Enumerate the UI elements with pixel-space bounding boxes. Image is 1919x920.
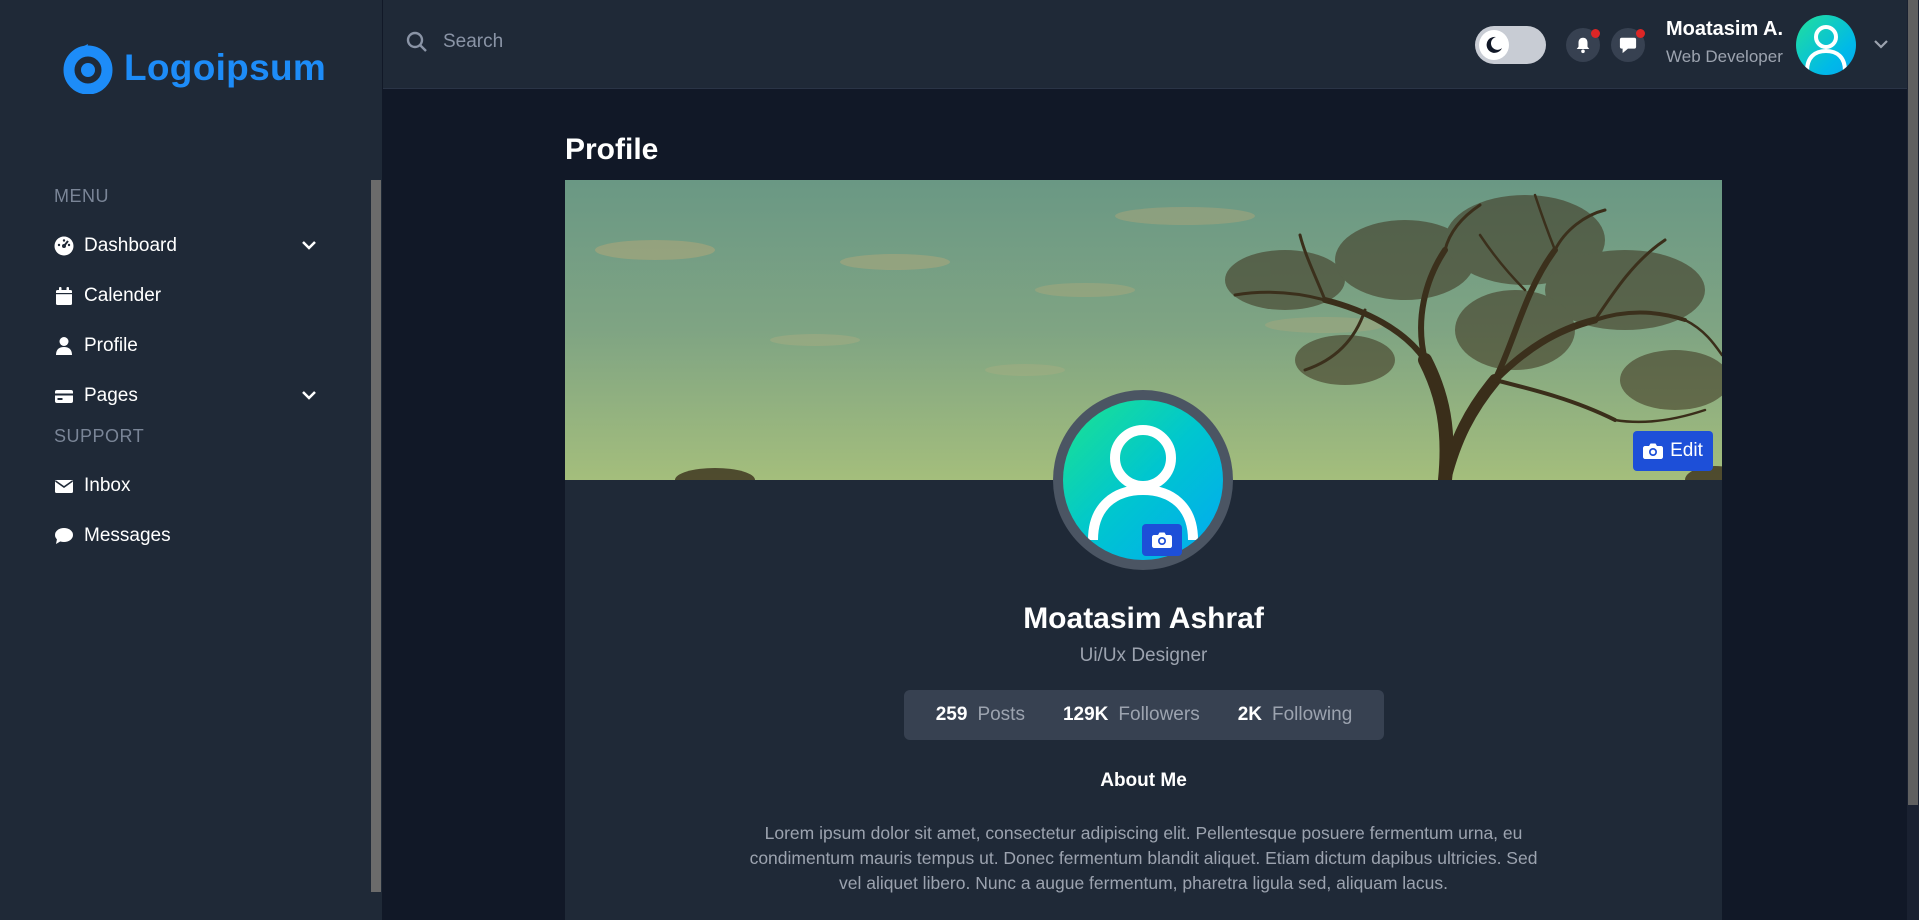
search-input[interactable]: [443, 31, 843, 53]
sidebar: Logoipsum MENU Dashboard Calender Profil…: [0, 0, 382, 920]
profile-stats: 259 Posts 129K Followers 2K Following: [904, 690, 1384, 740]
camera-icon: [1152, 532, 1172, 548]
sidebar-item-calender[interactable]: Calender: [54, 285, 319, 307]
stat-value: 129K: [1062, 704, 1109, 725]
top-header: Moatasim A. Web Developer: [383, 0, 1907, 89]
message-badge: [1636, 29, 1645, 38]
stat-followers[interactable]: 129K Followers: [1044, 704, 1219, 726]
user-info[interactable]: Moatasim A. Web Developer: [1666, 18, 1783, 67]
user-role: Web Developer: [1666, 47, 1783, 66]
stat-value: 2K: [1237, 704, 1262, 725]
main-scrollbar-thumb[interactable]: [1908, 0, 1918, 805]
page-title: Profile: [565, 133, 659, 166]
about-title: About Me: [1100, 770, 1187, 791]
chevron-down-icon[interactable]: [1871, 34, 1891, 54]
sidebar-item-messages[interactable]: Messages: [54, 525, 319, 547]
sidebar-item-dashboard[interactable]: Dashboard: [54, 235, 319, 257]
sidebar-item-profile[interactable]: Profile: [54, 335, 319, 357]
edit-cover-button[interactable]: Edit: [1633, 431, 1713, 471]
user-icon: [54, 336, 74, 356]
sidebar-item-pages[interactable]: Pages: [54, 385, 319, 407]
notification-badge: [1591, 29, 1600, 38]
notifications-button[interactable]: [1566, 28, 1600, 62]
avatar[interactable]: [1796, 15, 1856, 75]
sidebar-item-label: Messages: [84, 525, 171, 546]
menu-section-title: MENU: [54, 186, 109, 206]
stat-label: Followers: [1118, 704, 1200, 725]
brand-name: Logoipsum: [124, 47, 327, 88]
sidebar-scrollbar-thumb[interactable]: [371, 180, 381, 892]
change-avatar-button[interactable]: [1142, 524, 1182, 556]
stat-label: Posts: [977, 704, 1025, 725]
stat-label: Following: [1272, 704, 1353, 725]
sidebar-item-label: Profile: [84, 335, 138, 356]
sidebar-item-inbox[interactable]: Inbox: [54, 475, 319, 497]
chevron-down-icon[interactable]: [299, 385, 319, 405]
messages-button[interactable]: [1611, 28, 1645, 62]
stat-posts[interactable]: 259 Posts: [917, 704, 1044, 726]
sidebar-item-label: Pages: [84, 385, 138, 406]
theme-toggle[interactable]: [1475, 26, 1546, 64]
about-text: Lorem ipsum dolor sit amet, consectetur …: [749, 823, 1538, 893]
profile-role: Ui/Ux Designer: [1079, 645, 1208, 666]
search-icon: [406, 31, 427, 52]
stat-following[interactable]: 2K Following: [1219, 704, 1372, 726]
support-section-title: SUPPORT: [54, 426, 145, 446]
logo-icon: [63, 44, 113, 94]
envelope-icon: [54, 476, 74, 496]
dashboard-gauge-icon: [54, 236, 74, 256]
stat-value: 259: [935, 704, 968, 725]
toggle-knob: [1479, 30, 1509, 60]
camera-icon: [1643, 443, 1664, 459]
sidebar-item-label: Inbox: [84, 475, 131, 496]
sidebar-item-label: Calender: [84, 285, 162, 306]
edit-button-label: Edit: [1670, 440, 1703, 461]
moon-icon: [1486, 36, 1502, 53]
chevron-down-icon[interactable]: [299, 235, 319, 255]
chat-bubble-icon: [54, 526, 74, 546]
bell-icon: [1576, 37, 1590, 54]
brand-logo[interactable]: Logoipsum: [62, 42, 326, 94]
message-icon: [1619, 37, 1637, 54]
calendar-icon: [54, 286, 74, 306]
profile-name: Moatasim Ashraf: [1023, 602, 1264, 635]
pages-card-icon: [54, 386, 74, 406]
search-bar: [405, 30, 843, 54]
sidebar-item-label: Dashboard: [84, 235, 177, 256]
profile-card: Edit Moatasim Ashraf Ui/Ux Designer 259 …: [565, 180, 1722, 920]
user-name: Moatasim A.: [1666, 18, 1784, 40]
